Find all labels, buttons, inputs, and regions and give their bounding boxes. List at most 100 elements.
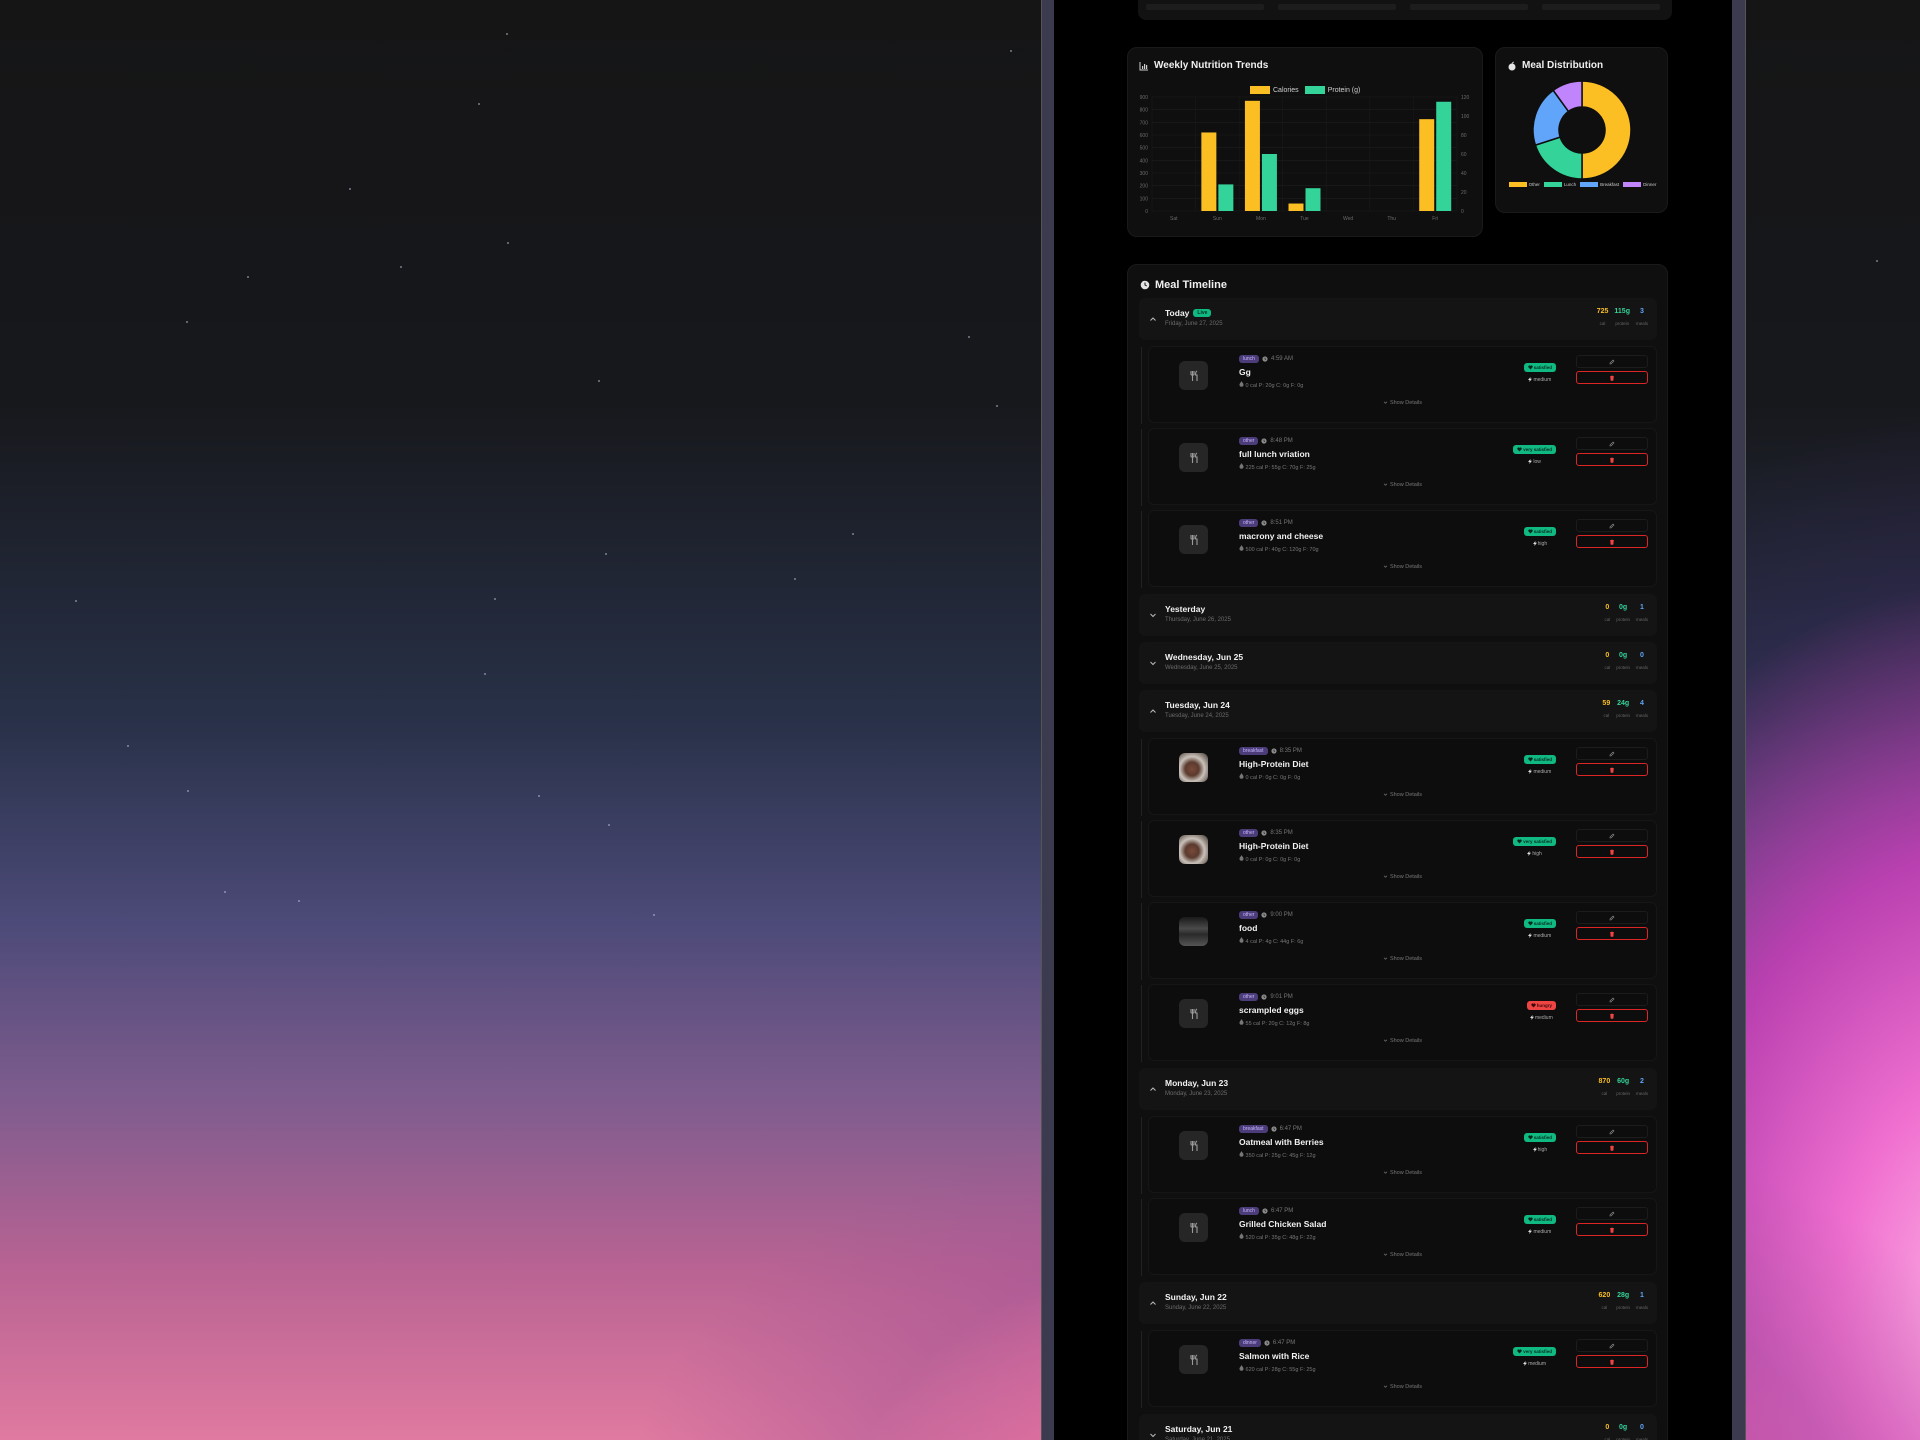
chevron-up-icon[interactable]	[1149, 315, 1157, 323]
show-details-toggle[interactable]: Show Details	[1149, 874, 1656, 880]
delete-meal-button[interactable]	[1576, 927, 1648, 940]
edit-meal-button[interactable]	[1576, 1339, 1648, 1352]
delete-meal-button[interactable]	[1576, 1009, 1648, 1022]
meal-thumbnail[interactable]	[1179, 917, 1208, 946]
show-details-toggle[interactable]: Show Details	[1149, 1384, 1656, 1390]
lightning-icon	[1523, 1361, 1528, 1367]
meal-thumbnail[interactable]	[1179, 835, 1208, 864]
meal-thumbnail[interactable]	[1179, 1213, 1208, 1242]
x-tick: Mon	[1256, 216, 1266, 222]
y-tick-left: 900	[1140, 95, 1149, 101]
delete-meal-button[interactable]	[1576, 535, 1648, 548]
delete-meal-button[interactable]	[1576, 845, 1648, 858]
day-title-text: Monday, Jun 23	[1165, 1078, 1229, 1088]
day-group-header[interactable]: Wednesday, Jun 25 Wednesday, June 25, 202…	[1139, 642, 1657, 684]
timeline-connector	[1141, 1199, 1142, 1276]
show-details-toggle[interactable]: Show Details	[1149, 1170, 1656, 1176]
bar-calories	[1419, 119, 1435, 211]
delete-meal-button[interactable]	[1576, 1223, 1648, 1236]
day-title-text: Tuesday, Jun 24	[1165, 700, 1230, 710]
day-group-header[interactable]: Yesterday Thursday, June 26, 2025 0 cal 0g pr…	[1139, 594, 1657, 636]
day-group-header[interactable]: Today Live Friday, June 27, 2025 725 cal 115g…	[1139, 298, 1657, 340]
clock-icon	[1140, 280, 1150, 290]
meal-status: satisfied medium	[1523, 912, 1556, 939]
chevron-down-icon	[1383, 483, 1388, 486]
meal-macros-text: 620 cal P: 28g C: 55g F: 25g	[1245, 1367, 1316, 1373]
x-tick: Fri	[1432, 216, 1438, 222]
heart-icon	[1517, 839, 1522, 844]
day-title-text: Sunday, Jun 22	[1165, 1292, 1227, 1302]
chevron-down-icon	[1383, 1385, 1388, 1388]
y-tick-left: 100	[1140, 196, 1149, 202]
edit-meal-button[interactable]	[1576, 829, 1648, 842]
flame-icon	[1239, 773, 1244, 779]
satisfaction-badge: satisfied	[1523, 1215, 1556, 1225]
day-stats: 59 cal 24g protein 4 meals	[1602, 700, 1648, 718]
show-details-toggle[interactable]: Show Details	[1149, 956, 1656, 962]
edit-meal-button[interactable]	[1576, 747, 1648, 760]
delete-meal-button[interactable]	[1576, 371, 1648, 384]
meal-thumbnail[interactable]	[1179, 361, 1208, 390]
delete-meal-button[interactable]	[1576, 1355, 1648, 1368]
meal-time: 8:35 PM	[1279, 748, 1302, 754]
meal-thumbnail[interactable]	[1179, 1345, 1208, 1374]
chevron-up-icon[interactable]	[1149, 1299, 1157, 1307]
trash-icon	[1610, 767, 1614, 773]
edit-meal-button[interactable]	[1576, 519, 1648, 532]
edit-icon	[1609, 915, 1615, 920]
chevron-down-icon[interactable]	[1149, 611, 1157, 619]
delete-meal-button[interactable]	[1576, 763, 1648, 776]
energy-level: medium	[1527, 1015, 1556, 1021]
meal-thumbnail[interactable]	[1179, 753, 1208, 782]
day-date: Thursday, June 26, 2025	[1165, 617, 1231, 623]
meal-entry: breakfast 8:35 PM High-Protein Diet 0 cal …	[1141, 738, 1657, 816]
meal-thumbnail[interactable]	[1179, 1131, 1208, 1160]
meal-thumbnail[interactable]	[1179, 443, 1208, 472]
satisfaction-badge: very satisfied	[1513, 837, 1556, 847]
day-group-header[interactable]: Sunday, Jun 22 Sunday, June 22, 2025 620 ca…	[1139, 1282, 1657, 1324]
edit-meal-button[interactable]	[1576, 355, 1648, 368]
meal-macros: 0 cal P: 0g C: 0g F: 0g	[1239, 855, 1300, 863]
time-icon	[1261, 438, 1268, 444]
energy-level: medium	[1524, 377, 1556, 383]
meal-thumbnail[interactable]	[1179, 999, 1208, 1028]
x-tick: Sat	[1170, 216, 1178, 222]
heart-icon	[1528, 921, 1533, 926]
meal-time: 6:47 PM	[1279, 1126, 1302, 1132]
meal-meta: other 9:00 PM	[1239, 911, 1293, 919]
y-tick-left: 600	[1140, 133, 1149, 139]
time-icon	[1270, 748, 1277, 754]
meal-thumbnail[interactable]	[1179, 525, 1208, 554]
meal-status: hungry medium	[1526, 994, 1556, 1021]
show-details-toggle[interactable]: Show Details	[1149, 1038, 1656, 1044]
delete-meal-button[interactable]	[1576, 453, 1648, 466]
day-group-header[interactable]: Tuesday, Jun 24 Tuesday, June 24, 2025 59 c…	[1139, 690, 1657, 732]
edit-meal-button[interactable]	[1576, 1125, 1648, 1138]
day-calories: 0 cal	[1604, 652, 1611, 670]
meal-macros: 520 cal P: 35g C: 48g F: 22g	[1239, 1233, 1316, 1241]
chevron-up-icon[interactable]	[1149, 707, 1157, 715]
live-badge: Live	[1193, 309, 1212, 317]
day-title: Sunday, Jun 22	[1165, 1292, 1227, 1302]
show-details-toggle[interactable]: Show Details	[1149, 1252, 1656, 1258]
chevron-down-icon[interactable]	[1149, 659, 1157, 667]
meal-entry: breakfast 6:47 PM Oatmeal with Berries 350…	[1141, 1116, 1657, 1194]
show-details-toggle[interactable]: Show Details	[1149, 792, 1656, 798]
delete-meal-button[interactable]	[1576, 1141, 1648, 1154]
flame-icon	[1239, 1151, 1244, 1157]
timeline-connector	[1141, 1331, 1142, 1408]
show-details-toggle[interactable]: Show Details	[1149, 564, 1656, 570]
chevron-down-icon[interactable]	[1149, 1431, 1157, 1439]
meal-macros-text: 500 cal P: 40g C: 120g F: 70g	[1245, 547, 1319, 553]
trash-icon	[1610, 1013, 1614, 1019]
edit-meal-button[interactable]	[1576, 911, 1648, 924]
chevron-up-icon[interactable]	[1149, 1085, 1157, 1093]
chevron-down-icon	[1383, 793, 1388, 796]
show-details-toggle[interactable]: Show Details	[1149, 400, 1656, 406]
show-details-toggle[interactable]: Show Details	[1149, 482, 1656, 488]
day-group-header[interactable]: Saturday, Jun 21 Saturday, June 21, 2025 0…	[1139, 1414, 1657, 1440]
edit-meal-button[interactable]	[1576, 437, 1648, 450]
edit-meal-button[interactable]	[1576, 993, 1648, 1006]
day-group-header[interactable]: Monday, Jun 23 Monday, June 23, 2025 870 ca…	[1139, 1068, 1657, 1110]
edit-meal-button[interactable]	[1576, 1207, 1648, 1220]
